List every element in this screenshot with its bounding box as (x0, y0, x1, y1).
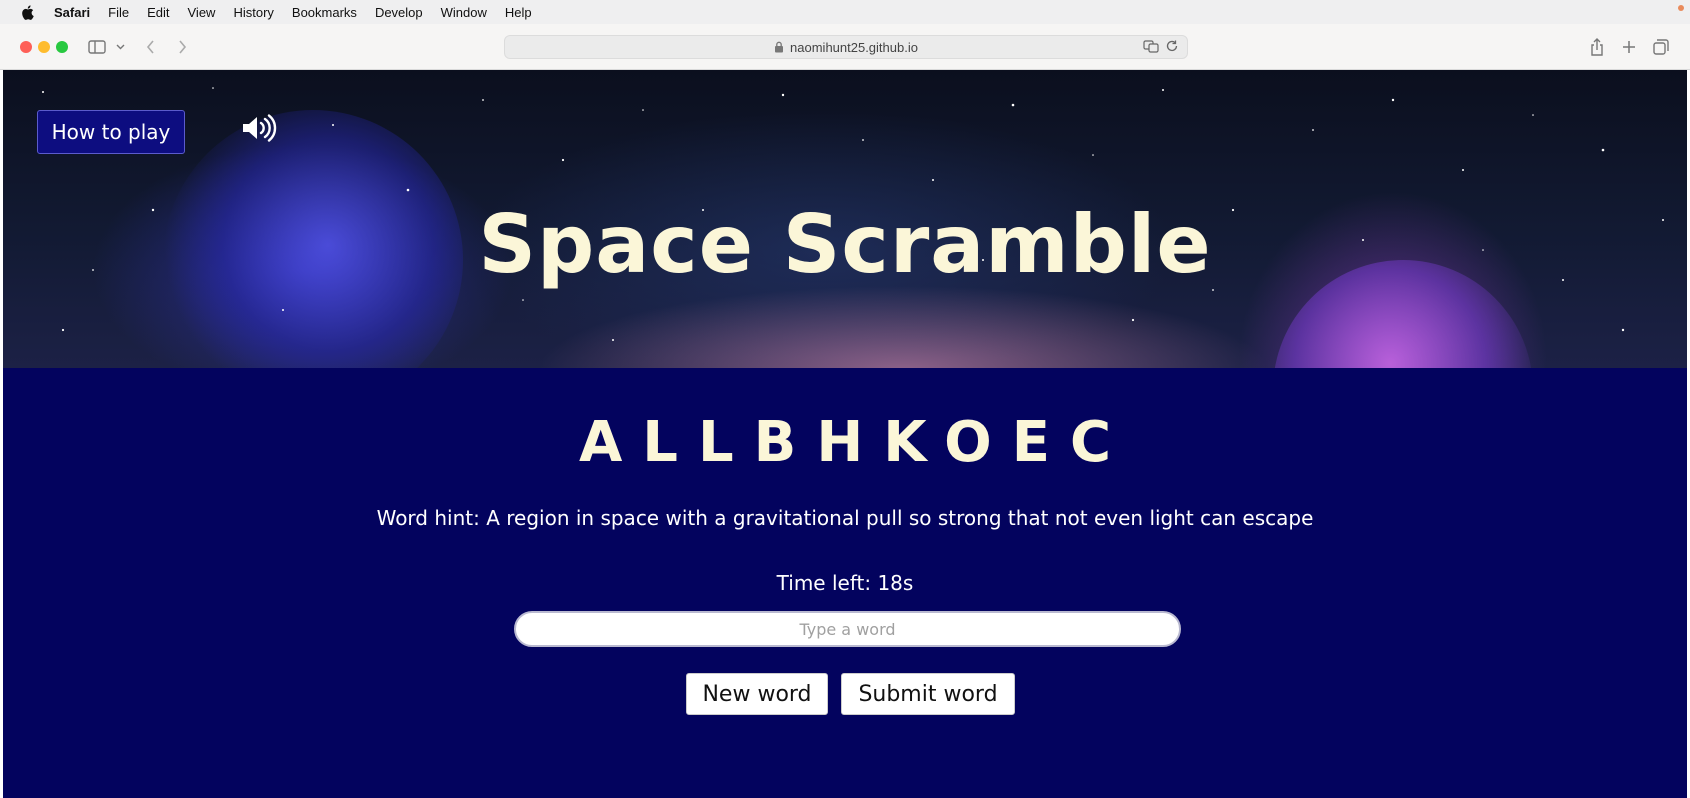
translate-icon[interactable] (1143, 39, 1159, 56)
macos-menu-bar: Safari File Edit View History Bookmarks … (0, 0, 1690, 24)
game-title: Space Scramble (478, 198, 1212, 291)
lock-icon (774, 41, 784, 53)
menu-file[interactable]: File (108, 5, 129, 20)
sidebar-toggle-icon[interactable] (86, 35, 108, 59)
share-icon[interactable] (1588, 35, 1606, 59)
reload-icon[interactable] (1165, 39, 1179, 56)
menu-develop[interactable]: Develop (375, 5, 423, 20)
word-hint: Word hint: A region in space with a grav… (376, 506, 1314, 530)
browser-toolbar: naomihunt25.github.io (0, 24, 1690, 70)
chevron-down-icon[interactable] (114, 35, 126, 59)
web-page: How to play Space Scramble ALLBHKOEC Wor… (3, 70, 1687, 798)
menu-app-safari[interactable]: Safari (54, 5, 90, 20)
speaker-volume-icon[interactable] (239, 110, 279, 146)
zoom-window-button[interactable] (56, 41, 68, 53)
submit-word-button[interactable]: Submit word (841, 673, 1015, 715)
address-bar[interactable]: naomihunt25.github.io (504, 35, 1188, 59)
new-word-button[interactable]: New word (686, 673, 828, 715)
menu-window[interactable]: Window (441, 5, 487, 20)
new-tab-plus-icon[interactable] (1620, 35, 1638, 59)
back-arrow-icon[interactable] (142, 35, 158, 59)
how-to-play-button[interactable]: How to play (37, 110, 185, 154)
menu-history[interactable]: History (233, 5, 273, 20)
tab-overview-icon[interactable] (1652, 35, 1670, 59)
forward-arrow-icon[interactable] (174, 35, 190, 59)
game-panel: ALLBHKOEC Word hint: A region in space w… (3, 368, 1687, 798)
scrambled-word: ALLBHKOEC (578, 410, 1132, 475)
time-left: Time left: 18s (776, 571, 914, 595)
close-window-button[interactable] (20, 41, 32, 53)
recording-indicator-icon (1678, 5, 1684, 11)
apple-logo-icon[interactable] (20, 4, 34, 20)
menu-view[interactable]: View (188, 5, 216, 20)
url-text: naomihunt25.github.io (790, 39, 918, 55)
menu-help[interactable]: Help (505, 5, 532, 20)
menu-bookmarks[interactable]: Bookmarks (292, 5, 357, 20)
word-input[interactable] (514, 611, 1181, 647)
menu-edit[interactable]: Edit (147, 5, 169, 20)
minimize-window-button[interactable] (38, 41, 50, 53)
space-header-background: How to play Space Scramble (3, 70, 1687, 368)
